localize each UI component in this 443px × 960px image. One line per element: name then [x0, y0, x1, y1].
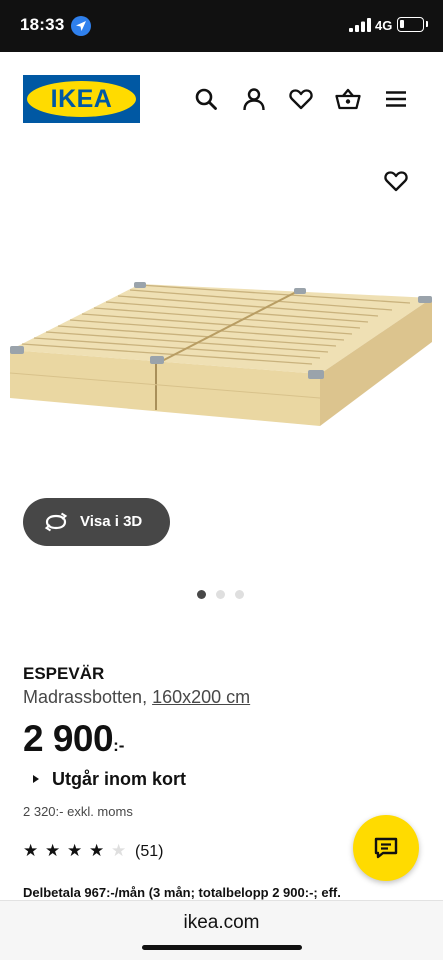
product-type: Madrassbotten,	[23, 687, 148, 707]
product-size-link[interactable]: 160x200 cm	[152, 687, 250, 707]
star-empty-icon: ★	[111, 841, 127, 861]
location-icon	[71, 16, 91, 36]
star-icon: ★	[23, 841, 39, 861]
stock-status-text: Utgår inom kort	[52, 769, 187, 789]
price-suffix: :-	[113, 736, 125, 755]
star-icon: ★	[67, 841, 83, 861]
favorite-icon[interactable]	[383, 168, 409, 194]
logo-text: IKEA	[50, 85, 113, 113]
expand-arrow-icon	[33, 775, 39, 783]
menu-icon[interactable]	[383, 86, 409, 112]
home-indicator	[142, 945, 302, 950]
product-image	[9, 282, 432, 426]
status-time: 18:33	[20, 15, 65, 34]
signal-icon	[349, 18, 371, 32]
ikea-logo[interactable]: IKEA	[23, 75, 140, 123]
gallery-dot-3[interactable]	[235, 590, 244, 599]
wishlist-icon[interactable]	[288, 86, 314, 112]
star-icon: ★	[89, 841, 105, 861]
search-icon[interactable]	[193, 86, 219, 112]
gallery-dot-1[interactable]	[197, 590, 206, 599]
gallery-pagination[interactable]	[197, 590, 257, 600]
star-icon: ★	[45, 841, 61, 861]
browser-bar: ikea.com	[0, 900, 443, 960]
chat-button[interactable]	[353, 815, 419, 881]
gallery-dot-2[interactable]	[216, 590, 225, 599]
rotate-3d-icon	[44, 512, 68, 532]
cart-icon[interactable]	[335, 86, 361, 112]
url-label[interactable]: ikea.com	[0, 912, 443, 934]
product-price: 2 900:-	[23, 718, 124, 760]
account-icon[interactable]	[241, 86, 267, 112]
status-bar: 18:33 4G	[0, 0, 443, 52]
view-3d-label: Visa i 3D	[80, 513, 143, 530]
review-count[interactable]: (51)	[135, 843, 163, 861]
product-name: ESPEVÄR	[23, 664, 105, 683]
battery-icon	[397, 17, 424, 32]
product-rating[interactable]: ★ ★ ★ ★ ★ (51)	[23, 842, 183, 862]
price-value: 2 900	[23, 718, 114, 759]
view-3d-button[interactable]: Visa i 3D	[23, 498, 170, 546]
network-label: 4G	[375, 18, 393, 33]
chat-icon	[374, 837, 398, 859]
product-description: Madrassbotten, 160x200 cm	[23, 687, 250, 708]
price-ex-vat: 2 320:- exkl. moms	[23, 804, 133, 819]
